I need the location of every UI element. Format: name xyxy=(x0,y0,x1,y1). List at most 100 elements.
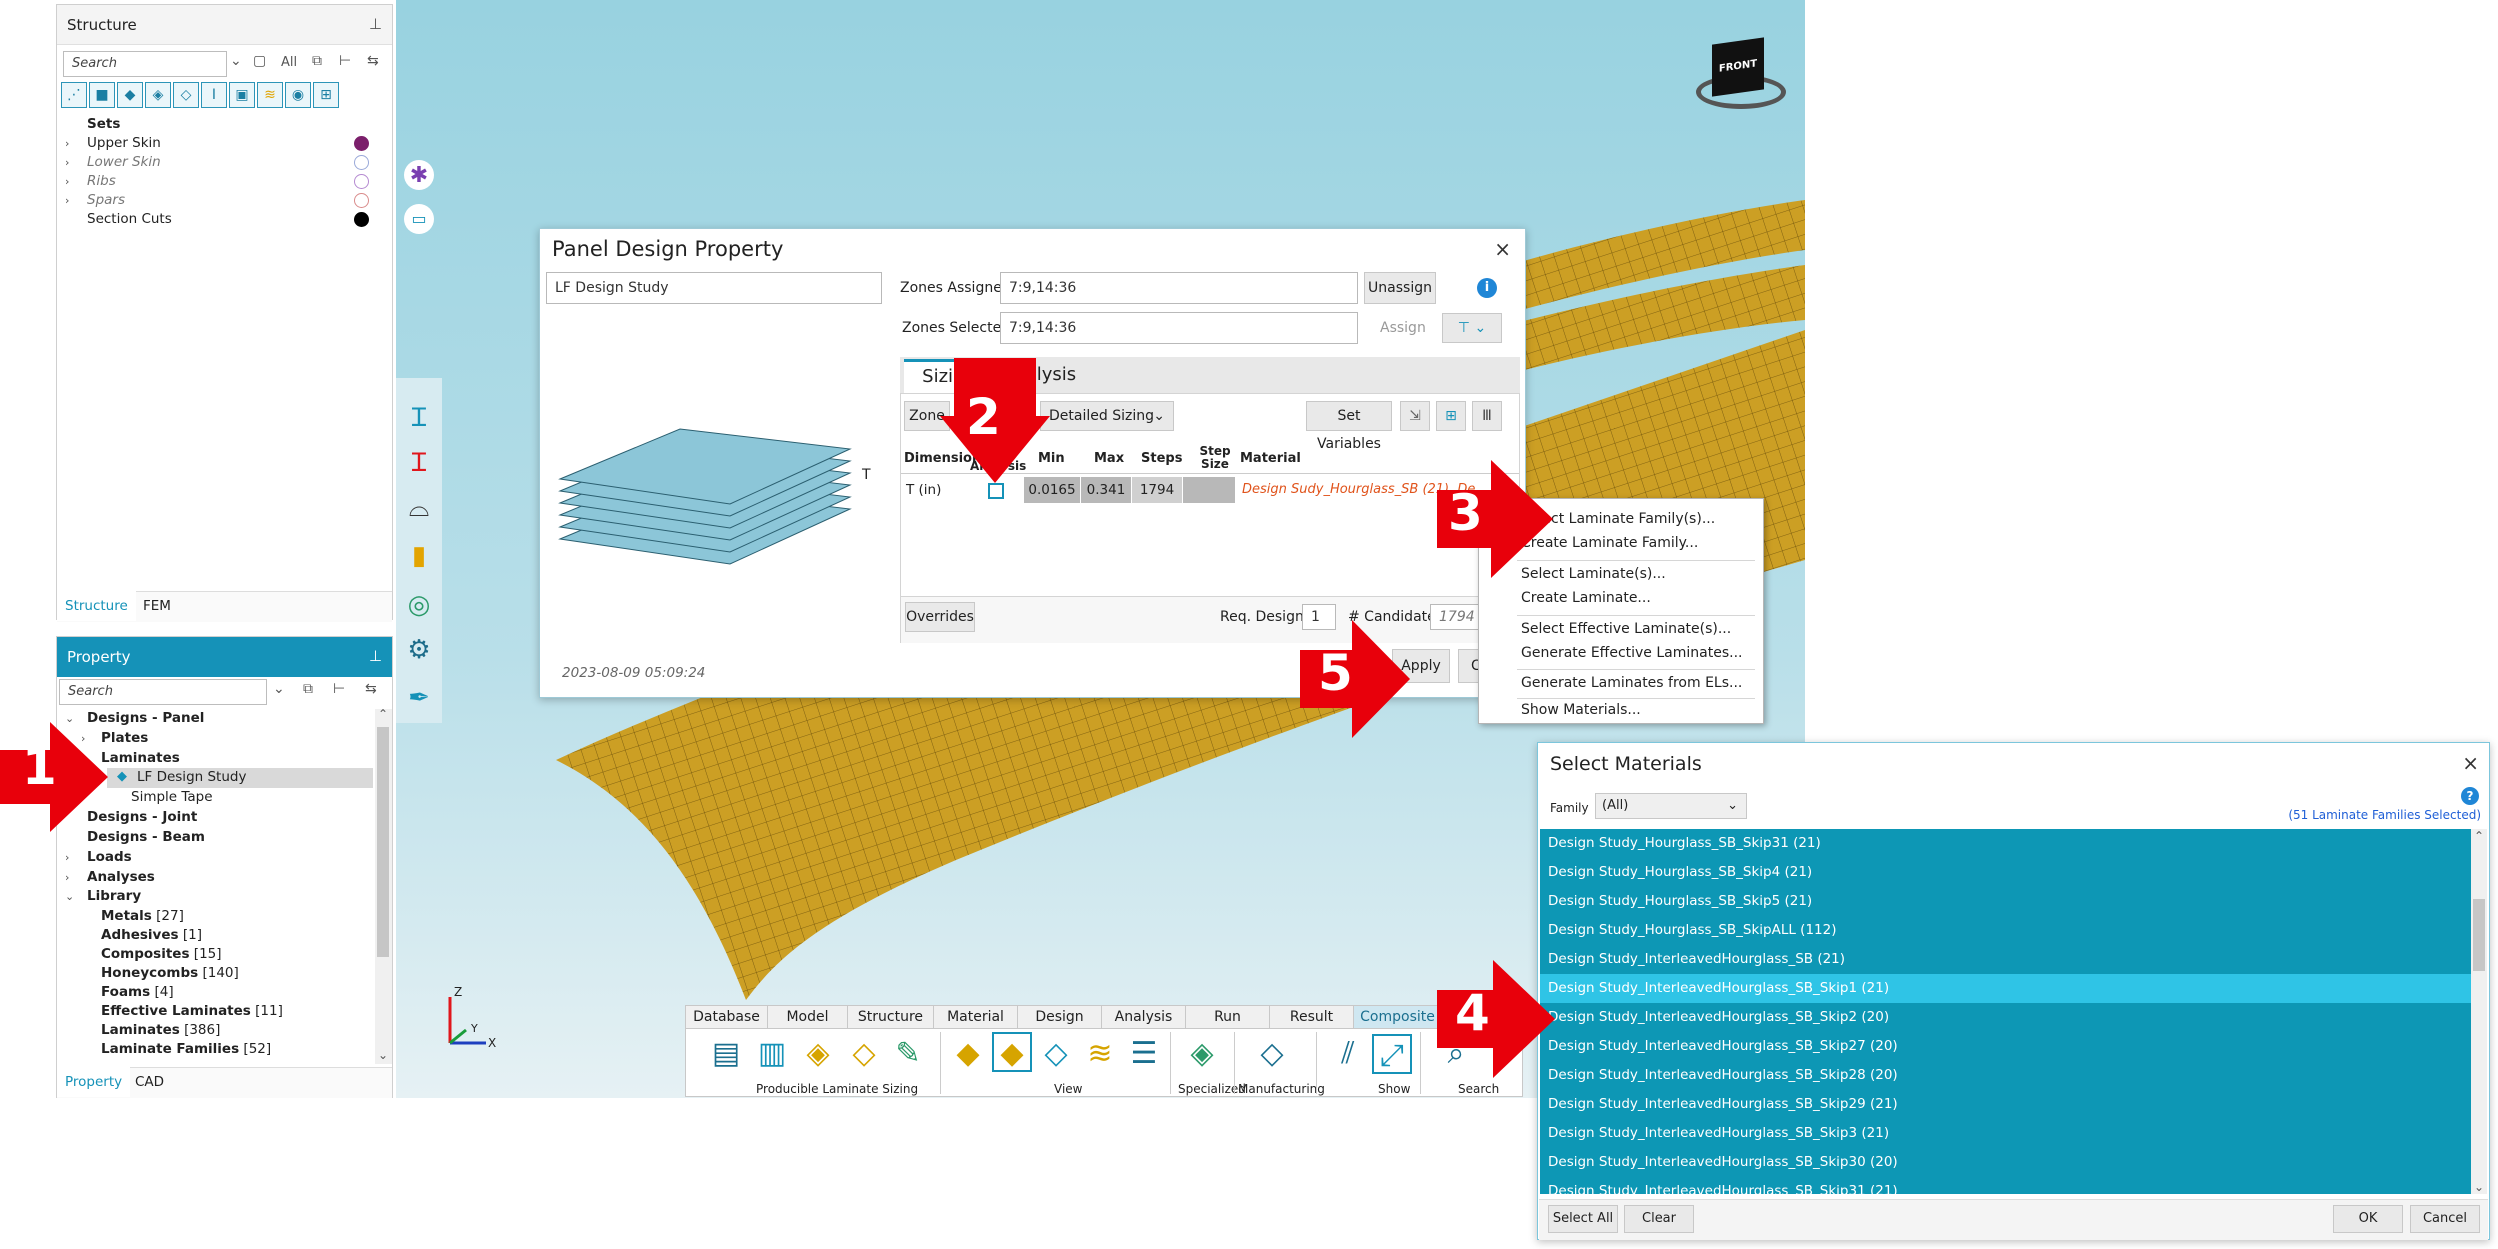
menu-select-effective-laminate[interactable]: Select Effective Laminate(s)... xyxy=(1479,617,1763,641)
ply-drop-icon[interactable]: ◇ xyxy=(844,1034,884,1074)
tab-cad[interactable]: CAD xyxy=(127,1067,172,1097)
hierarchy-icon[interactable]: ⊢ xyxy=(333,681,345,697)
ply-view-icon[interactable]: ◆ xyxy=(948,1034,988,1074)
hierarchy-icon[interactable]: ⊢ xyxy=(339,53,351,69)
tab-composite[interactable]: Composite xyxy=(1354,1006,1442,1028)
unassign-button[interactable]: Unassign xyxy=(1364,272,1436,304)
expand-icon[interactable]: › xyxy=(65,175,69,188)
assign-button[interactable]: Assign xyxy=(1380,320,1426,336)
scroll-up-icon[interactable]: ⌃ xyxy=(378,707,388,721)
tree-item-loads[interactable]: Loads xyxy=(87,848,132,867)
collapse-icon[interactable]: ⌄ xyxy=(65,890,74,903)
laminate-bars-icon[interactable]: ▥ xyxy=(752,1034,792,1074)
tree-item-adhesives[interactable]: Adhesives [1] xyxy=(101,926,202,945)
expand-icon[interactable]: › xyxy=(65,194,69,207)
tree-item-lower-skin[interactable]: Lower Skin xyxy=(87,153,161,172)
tree-item-ribs[interactable]: Ribs xyxy=(87,172,116,191)
view-cube-face[interactable]: FRONT xyxy=(1712,37,1764,97)
list-item[interactable]: Design Study_Hourglass_SB_Skip4 (21) xyxy=(1540,858,2471,887)
materials-scrollbar[interactable]: ⌃ ⌄ xyxy=(2471,829,2487,1194)
list-item[interactable]: Design Study_InterleavedHourglass_SB_Ski… xyxy=(1540,1032,2471,1061)
tree-item-metals[interactable]: Metals [27] xyxy=(101,907,184,926)
design-name-field[interactable]: LF Design Study xyxy=(546,272,882,304)
expand-icon[interactable]: › xyxy=(65,851,69,864)
columns-icon[interactable]: Ⅲ xyxy=(1472,401,1502,431)
tree-item-section-cuts[interactable]: Section Cuts xyxy=(87,210,172,229)
manufacturing-icon[interactable]: ◇ xyxy=(1252,1034,1292,1074)
cell-steps[interactable]: 1794 xyxy=(1132,477,1182,503)
cell-step-size[interactable] xyxy=(1183,477,1235,503)
tree-item-foams[interactable]: Foams [4] xyxy=(101,983,174,1002)
filter-all-button[interactable]: All xyxy=(281,55,297,70)
color-dot[interactable] xyxy=(354,212,369,227)
asterisk-icon[interactable]: ✱ xyxy=(404,160,434,190)
menu-show-materials[interactable]: Show Materials... xyxy=(1479,698,1763,722)
copy-icon[interactable]: ▢ xyxy=(253,53,266,69)
close-icon[interactable]: × xyxy=(2462,751,2479,775)
zones-selected-field[interactable]: 7:9,14:36 xyxy=(1000,312,1358,344)
sizing-mode-select[interactable]: Detailed Sizing ⌄ xyxy=(1040,401,1174,431)
color-dot[interactable] xyxy=(354,174,369,189)
tab-run[interactable]: Run xyxy=(1186,1006,1270,1028)
duplicate-icon[interactable]: ⧉ xyxy=(312,53,322,69)
glasses-icon[interactable]: ⌓ xyxy=(401,490,437,526)
tab-material[interactable]: Material xyxy=(934,1006,1018,1028)
color-scale-icon[interactable]: ▮ xyxy=(401,538,437,574)
scroll-down-icon[interactable]: ⌄ xyxy=(2474,1180,2484,1194)
list-item[interactable]: Design Study_InterleavedHourglass_SB_Ski… xyxy=(1540,1177,2471,1194)
tab-model[interactable]: Model xyxy=(768,1006,848,1028)
pin-icon[interactable]: ⊥ xyxy=(369,15,382,33)
ply-outline-icon[interactable]: ◇ xyxy=(1036,1034,1076,1074)
solid-icon[interactable]: ▣ xyxy=(229,82,255,108)
zones-assigned-field[interactable]: 7:9,14:36 xyxy=(1000,272,1358,304)
rectangle-icon[interactable]: ▭ xyxy=(404,204,434,234)
list-item[interactable]: Design Study_Hourglass_SB_SkipALL (112) xyxy=(1540,916,2471,945)
show-fibers-icon[interactable]: ⫽ xyxy=(1328,1034,1368,1074)
expand-icon[interactable]: › xyxy=(65,137,69,150)
info-icon[interactable]: i xyxy=(1477,278,1497,298)
color-dot[interactable] xyxy=(354,155,369,170)
close-icon[interactable]: × xyxy=(1494,237,1511,261)
clear-button[interactable]: Clear xyxy=(1624,1205,1694,1233)
nodes-icon[interactable]: ⋰ xyxy=(61,82,87,108)
plate-icon[interactable]: ◇ xyxy=(173,82,199,108)
menu-generate-effective-laminates[interactable]: Generate Effective Laminates... xyxy=(1479,641,1763,665)
ply-edit-icon[interactable]: ✎ xyxy=(888,1034,928,1074)
eye-icon[interactable]: ◉ xyxy=(285,82,311,108)
ply-layers-icon[interactable]: ≋ xyxy=(1080,1034,1120,1074)
beam-check-icon[interactable]: Ɪ xyxy=(401,445,437,481)
tab-property[interactable]: Property xyxy=(57,1067,131,1097)
beam-analysis-icon[interactable]: Ɪ xyxy=(401,400,437,436)
list-item[interactable]: Design Study_InterleavedHourglass_SB (21… xyxy=(1540,945,2471,974)
list-item[interactable]: Design Study_InterleavedHourglass_SB_Ski… xyxy=(1540,1003,2471,1032)
tree-item-library-laminates[interactable]: Laminates [386] xyxy=(101,1021,220,1040)
mesh-icon[interactable]: ⊞ xyxy=(313,82,339,108)
pin-icon[interactable]: ⊥ xyxy=(369,647,382,665)
swap-icon[interactable]: ⇆ xyxy=(367,53,379,69)
tab-database[interactable]: Database xyxy=(686,1006,768,1028)
overrides-button[interactable]: Overrides xyxy=(905,602,975,632)
cell-max[interactable]: 0.341 xyxy=(1081,477,1131,503)
select-all-button[interactable]: Select All xyxy=(1548,1205,1618,1233)
expand-icon[interactable]: › xyxy=(65,156,69,169)
tree-item-composites[interactable]: Composites [15] xyxy=(101,945,222,964)
ply-stack-icon[interactable]: ◈ xyxy=(798,1034,838,1074)
tab-structure-ribbon[interactable]: Structure xyxy=(848,1006,934,1028)
list-item[interactable]: Design Study_InterleavedHourglass_SB_Ski… xyxy=(1540,1119,2471,1148)
tab-design[interactable]: Design xyxy=(1018,1006,1102,1028)
chevron-down-icon[interactable]: ⌄ xyxy=(230,53,242,69)
sliders-icon[interactable]: ☰ xyxy=(1124,1034,1164,1074)
color-dot[interactable] xyxy=(354,136,369,151)
structure-search-input[interactable]: Search xyxy=(63,51,227,77)
property-search-input[interactable]: Search xyxy=(59,679,267,705)
tab-result[interactable]: Result xyxy=(1270,1006,1354,1028)
scale-icon[interactable]: ⇲ xyxy=(1400,401,1430,431)
tree-item-lf-design-study[interactable]: LF Design Study xyxy=(137,768,246,787)
panel-icon[interactable]: ◆ xyxy=(117,82,143,108)
sizing-table-icon[interactable]: ▤ xyxy=(706,1034,746,1074)
tree-item-spars[interactable]: Spars xyxy=(87,191,125,210)
tree-item-sets[interactable]: Sets xyxy=(87,115,120,134)
show-expand-icon[interactable]: ⤢ xyxy=(1372,1034,1412,1074)
materials-list[interactable]: Design Study_Hourglass_SB_Skip31 (21) De… xyxy=(1540,829,2471,1194)
list-item-highlighted[interactable]: Design Study_InterleavedHourglass_SB_Ski… xyxy=(1540,974,2471,1003)
